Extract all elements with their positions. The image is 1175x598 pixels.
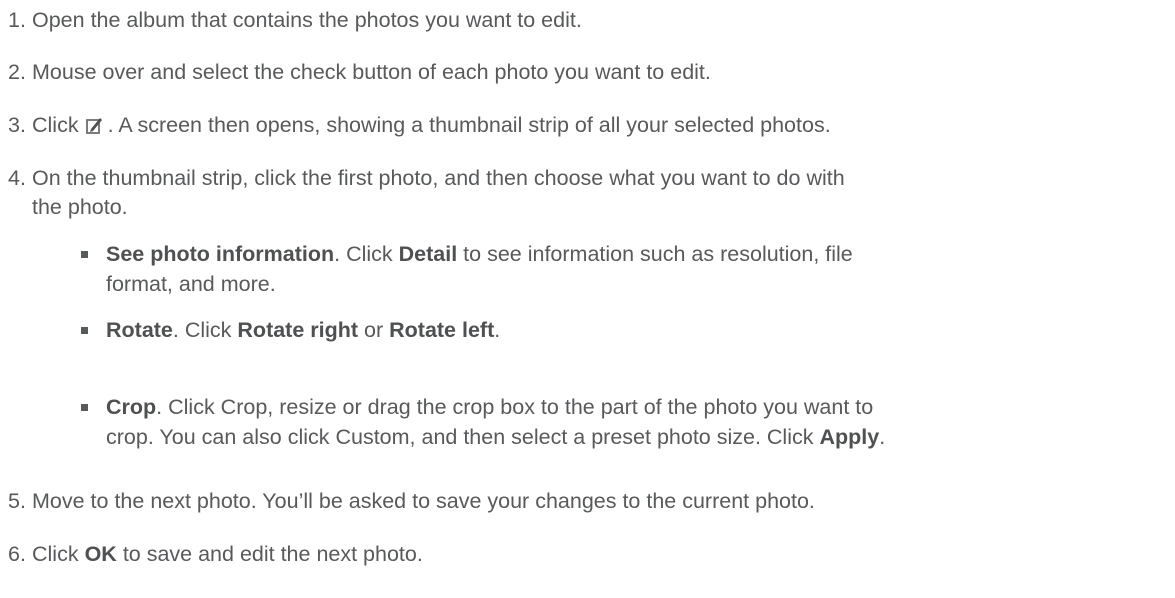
substep-text: See photo information. Click Detail to s… bbox=[106, 240, 853, 268]
instruction-document: 1. Open the album that contains the phot… bbox=[0, 0, 1175, 598]
step-number: 2. bbox=[8, 60, 26, 84]
substep-text-part: . bbox=[494, 318, 501, 342]
substep-text-line2: format, and more. bbox=[106, 272, 276, 296]
step-prefix: Click bbox=[32, 542, 79, 566]
step-text: Move to the next photo. You’ll be asked … bbox=[32, 489, 815, 513]
step-number: 1. bbox=[8, 8, 26, 32]
step-number: 4. bbox=[8, 166, 26, 190]
substep-text-part: crop. You can also click Custom, and the… bbox=[106, 425, 820, 449]
substep-text-part: . Click Crop, resize or drag the crop bo… bbox=[156, 395, 874, 419]
step-text: . A screen then opens, showing a thumbna… bbox=[107, 113, 831, 137]
substep-text-line2: crop. You can also click Custom, and the… bbox=[106, 423, 885, 451]
rotate-right-label: Rotate right bbox=[237, 318, 359, 342]
substep-text: Crop. Click Crop, resize or drag the cro… bbox=[106, 393, 873, 421]
step-text-wrapper: Click . A screen then opens, showing a t… bbox=[32, 111, 831, 139]
substep-text-part: to see information such as resolution, f… bbox=[457, 242, 853, 266]
apply-label: Apply bbox=[819, 425, 880, 449]
step-number: 6. bbox=[8, 542, 26, 566]
bullet-marker bbox=[81, 327, 88, 334]
step-text-wrapper: Click OK to save and edit the next photo… bbox=[32, 540, 423, 568]
step-text: Mouse over and select the check button o… bbox=[32, 60, 711, 84]
substep-text-part: . Click bbox=[334, 242, 399, 266]
bullet-marker bbox=[81, 251, 88, 258]
substep-title: Crop bbox=[106, 395, 157, 419]
step-text: Open the album that contains the photos … bbox=[32, 8, 582, 32]
step-text-line1: On the thumbnail strip, click the first … bbox=[32, 166, 845, 190]
ok-label: OK bbox=[84, 542, 117, 566]
edit-photo-icon bbox=[85, 114, 105, 134]
rotate-left-label: Rotate left bbox=[389, 318, 495, 342]
substep-text-part: . Click bbox=[172, 318, 238, 342]
step-text-line2: the photo. bbox=[32, 195, 128, 219]
substep-text: Rotate. Click Rotate right or Rotate lef… bbox=[106, 316, 500, 344]
substep-title: See photo information bbox=[106, 242, 335, 266]
detail-label: Detail bbox=[398, 242, 458, 266]
substep-text-part: . bbox=[879, 425, 886, 449]
step-prefix: Click bbox=[32, 113, 79, 137]
bullet-marker bbox=[81, 404, 88, 411]
step-number: 3. bbox=[8, 113, 26, 137]
substep-title: Rotate bbox=[106, 318, 173, 342]
step-number: 5. bbox=[8, 489, 26, 513]
step-text: to save and edit the next photo. bbox=[122, 542, 423, 566]
substep-text-part: or bbox=[358, 318, 390, 342]
